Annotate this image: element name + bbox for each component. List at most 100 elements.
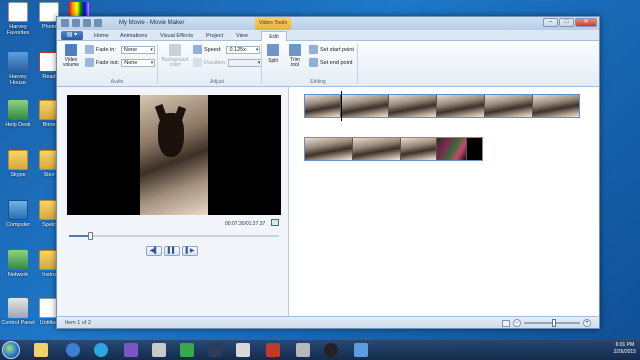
clip-thumbnail — [305, 95, 341, 117]
movie-maker-taskbar-icon[interactable] — [296, 343, 310, 357]
playhead[interactable] — [341, 91, 342, 121]
desktop-icon-computer[interactable]: Computer — [1, 200, 35, 228]
app-icon[interactable] — [354, 343, 368, 357]
playback-controls: ◀▌ ▌▌ ▌▶ — [146, 246, 198, 256]
audio-group-label: Audio — [110, 79, 124, 85]
paint-bucket-icon — [169, 44, 181, 56]
undo-icon[interactable] — [83, 19, 91, 27]
seek-progress — [69, 235, 90, 237]
tab-visual-effects[interactable]: Visual Effects — [157, 31, 196, 41]
pause-button[interactable]: ▌▌ — [164, 246, 180, 256]
explorer-icon[interactable] — [34, 343, 48, 357]
start-point-icon — [309, 45, 318, 54]
thumbnail-size-icon[interactable] — [502, 319, 510, 327]
split-icon — [267, 44, 279, 56]
set-start-point-button[interactable]: Set start point — [309, 45, 354, 54]
fade-in-icon — [85, 45, 94, 54]
speed-select[interactable]: 0.125x — [226, 45, 261, 54]
set-end-point-button[interactable]: Set end point — [309, 58, 352, 67]
lightroom-icon[interactable] — [208, 343, 222, 357]
video-frame — [140, 95, 208, 215]
clip-thumbnail — [353, 138, 401, 160]
seek-bar[interactable] — [69, 232, 279, 240]
duration-select[interactable] — [228, 58, 263, 67]
desktop-icon-harvey-favorites[interactable]: Harvey Favorites — [1, 2, 35, 36]
close-button[interactable]: ✕ — [575, 18, 597, 27]
zoom-out-button[interactable]: − — [513, 319, 521, 327]
ribbon-tabs: ▤ ▾ Home Animations Visual Effects Proje… — [57, 30, 599, 41]
mouse-cursor — [515, 120, 521, 126]
zoom-handle[interactable] — [552, 319, 556, 327]
clip-2[interactable] — [304, 137, 483, 161]
help-desk-icon — [8, 100, 28, 120]
skype-icon[interactable] — [94, 343, 108, 357]
clip-thumbnail — [467, 138, 482, 160]
zoom-control: − + — [502, 319, 591, 327]
item-count: Item 1 of 2 — [65, 320, 91, 326]
duration-icon — [193, 58, 202, 67]
video-preview[interactable] — [67, 95, 281, 215]
zoom-in-button[interactable]: + — [583, 319, 591, 327]
movie-maker-icon — [61, 19, 69, 27]
status-bar: Item 1 of 2 − + — [57, 316, 599, 328]
storyboard — [290, 87, 599, 316]
clip-thumbnail — [437, 138, 467, 160]
obs-icon[interactable] — [324, 343, 338, 357]
desktop-icon-skype[interactable]: Skype — [1, 150, 35, 178]
app-icon[interactable] — [236, 343, 250, 357]
clip-thumbnail — [485, 95, 533, 117]
seek-handle[interactable] — [88, 232, 93, 240]
fade-in-select[interactable]: None — [120, 45, 155, 54]
fade-out-label: Fade out: — [96, 59, 120, 66]
control-panel-icon — [8, 298, 28, 318]
adjust-group-label: Adjust — [210, 79, 224, 85]
onenote-icon[interactable] — [124, 343, 138, 357]
fade-out-icon — [85, 58, 94, 67]
tab-edit[interactable]: Edit — [261, 31, 287, 41]
end-point-icon — [309, 58, 318, 67]
tab-view[interactable]: View — [233, 31, 251, 41]
fade-out-select[interactable]: None — [121, 58, 156, 67]
trim-tool-button[interactable]: Trim tool — [287, 44, 303, 68]
background-color-button[interactable]: Background color — [161, 44, 189, 68]
clock-time: 6:01 PM — [615, 342, 635, 348]
clip-thumbnail — [401, 138, 437, 160]
computer-icon — [8, 200, 28, 220]
tab-project[interactable]: Project — [203, 31, 226, 41]
ie-icon[interactable] — [66, 343, 80, 357]
previous-frame-button[interactable]: ◀▌ — [146, 246, 162, 256]
system-clock[interactable]: 6:01 PM 2/26/2015 — [614, 342, 636, 356]
file-menu-button[interactable]: ▤ ▾ — [61, 31, 83, 40]
app-icon[interactable] — [180, 343, 194, 357]
video-volume-button[interactable]: Video volume — [61, 44, 81, 68]
clip-thumbnail — [389, 95, 437, 117]
tab-animations[interactable]: Animations — [117, 31, 150, 41]
ribbon: Video volume Fade in: None Fade out: Non… — [57, 41, 599, 87]
movie-maker-window: My Movie - Movie Maker Video Tools – □ ✕… — [56, 16, 600, 329]
ribbon-divider — [157, 44, 158, 84]
clip-thumbnail — [437, 95, 485, 117]
zoom-slider[interactable] — [524, 319, 580, 327]
tab-home[interactable]: Home — [91, 31, 112, 41]
next-frame-button[interactable]: ▌▶ — [182, 246, 198, 256]
split-preview-icon[interactable] — [271, 219, 279, 226]
minimize-button[interactable]: – — [543, 18, 558, 27]
taskbar: 6:01 PM 2/26/2015 — [0, 340, 640, 360]
desktop-icon-network[interactable]: Network — [1, 250, 35, 278]
app-icon[interactable] — [152, 343, 166, 357]
split-button[interactable]: Split — [265, 44, 281, 64]
title-bar[interactable]: My Movie - Movie Maker Video Tools – □ ✕ — [57, 17, 599, 30]
start-button[interactable] — [2, 341, 20, 359]
desktop-icon-harvey-house[interactable]: Harvey House — [1, 52, 35, 86]
speed-icon — [193, 45, 202, 54]
clip-thumbnail — [341, 95, 389, 117]
clip-1[interactable] — [304, 94, 580, 118]
duration-label: Duration: — [204, 59, 227, 66]
app-icon[interactable] — [266, 343, 280, 357]
desktop-icon-control-panel[interactable]: Control Panel — [1, 298, 35, 326]
save-icon[interactable] — [72, 19, 80, 27]
desktop-icon-help-desk[interactable]: Help Desk — [1, 100, 35, 128]
maximize-button[interactable]: □ — [559, 18, 574, 27]
window-title: My Movie - Movie Maker — [119, 20, 185, 26]
redo-icon[interactable] — [94, 19, 102, 27]
